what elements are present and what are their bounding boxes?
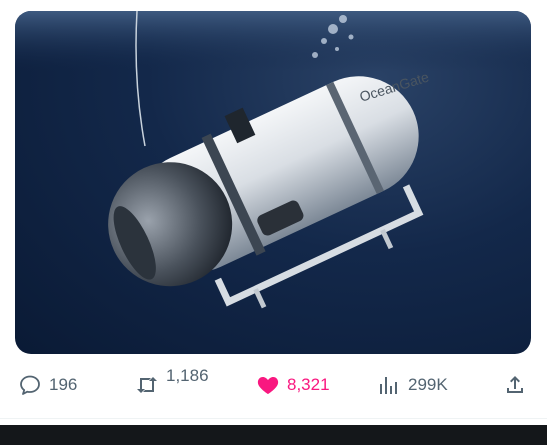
divider (0, 418, 547, 419)
share-button[interactable] (502, 360, 528, 410)
reply-button[interactable]: 196 (17, 360, 77, 410)
views-count: 299K (408, 375, 448, 394)
reply-icon (17, 372, 43, 398)
bottom-bar (0, 425, 547, 445)
retweet-icon (134, 372, 160, 398)
views-button[interactable]: 299K (376, 360, 448, 410)
like-count: 8,321 (287, 375, 330, 394)
views-chart-icon (376, 372, 402, 398)
action-bar: 196 1,186 8,321 299K (0, 360, 547, 410)
tweet-card: OceanGate 196 1,186 8,321 299K (0, 0, 547, 445)
share-icon (502, 372, 528, 398)
reply-count: 196 (49, 375, 78, 394)
tweet-photo[interactable]: OceanGate (15, 11, 531, 354)
retweet-count: 1,186 (166, 366, 209, 385)
retweet-button[interactable]: 1,186 (134, 360, 209, 410)
like-button[interactable]: 8,321 (255, 360, 330, 410)
heart-icon (255, 372, 281, 398)
submersible-image: OceanGate (15, 11, 531, 309)
